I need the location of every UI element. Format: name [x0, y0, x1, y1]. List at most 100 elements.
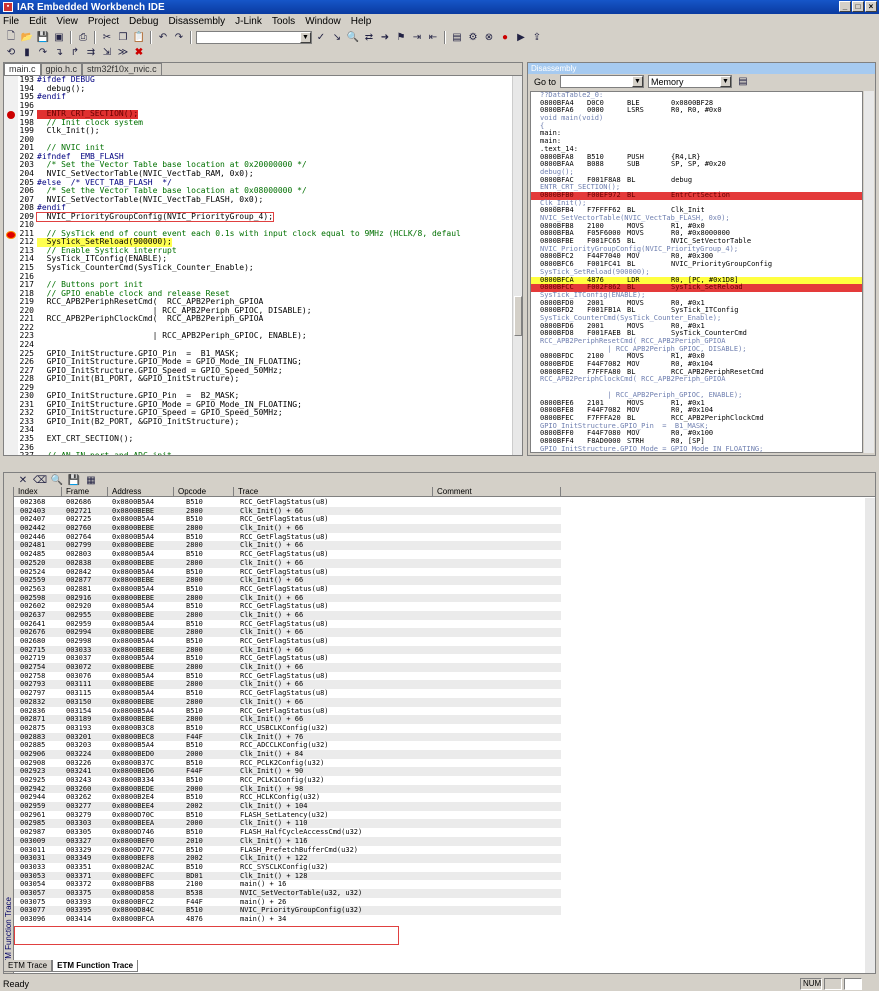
- minimize-button[interactable]: _: [839, 1, 851, 12]
- table-row[interactable]: 002559 002877 0x0800BEBE 2800 Clk_Init() + 6…: [14, 576, 865, 585]
- next-bookmark-icon[interactable]: ⇥: [410, 31, 424, 44]
- menu-file[interactable]: File: [3, 16, 19, 27]
- save-all-icon[interactable]: ▣: [52, 31, 66, 44]
- menu-disassembly[interactable]: Disassembly: [168, 16, 225, 27]
- column-header-index[interactable]: Index: [14, 487, 62, 496]
- breakpoint-icon[interactable]: [7, 111, 15, 119]
- debug-icon[interactable]: ▶: [514, 31, 528, 44]
- table-row[interactable]: 002680 002998 0x0800B5A4 B510 RCC_GetFlagSt…: [14, 637, 865, 646]
- trace-scrollbar[interactable]: [865, 498, 875, 973]
- table-row[interactable]: 002715 003033 0x0800BEBE 2800 Clk_Init() + 6…: [14, 645, 865, 655]
- menu-view[interactable]: View: [56, 16, 78, 27]
- disassembly-view[interactable]: ??DataTable2_0: 0800BFA4 D0C0 BLE 0x0800BF28…: [530, 91, 863, 453]
- editor-scrollbar[interactable]: [512, 76, 522, 455]
- menu-project[interactable]: Project: [88, 16, 119, 27]
- save-icon[interactable]: 💾: [36, 31, 50, 44]
- print-icon[interactable]: ⎙: [76, 31, 90, 44]
- find-next-icon[interactable]: ✓: [314, 31, 328, 44]
- table-row[interactable]: 002485 002803 0x0800B5A4 B510 RCC_GetFlagSt…: [14, 550, 865, 559]
- chevron-down-icon[interactable]: ▼: [632, 76, 644, 87]
- table-row[interactable]: 002758 003076 0x0800B5A4 B510 RCC_GetFlagSt…: [14, 672, 865, 681]
- column-header-comment[interactable]: Comment: [433, 487, 561, 496]
- tab-etm-function-trace[interactable]: ETM Function Trace: [52, 960, 139, 972]
- table-row[interactable]: 002906 003224 0x0800BED0 2000 Clk_Init() + 8…: [14, 749, 865, 759]
- table-row[interactable]: 002598 002916 0x0800BEBE 2800 Clk_Init() + 6…: [14, 593, 865, 603]
- table-row[interactable]: 003077 003395 0x0800D84C B510 NVIC_Priority…: [14, 906, 865, 915]
- table-row[interactable]: 002871 003189 0x0800BEBE 2800 Clk_Init() + 6…: [14, 715, 865, 724]
- menu-help[interactable]: Help: [351, 16, 372, 27]
- find-prev-icon[interactable]: ↘: [330, 31, 344, 44]
- table-row[interactable]: 002985 003303 0x0800BEEA 2000 Clk_Init() + 1…: [14, 819, 865, 829]
- make-icon[interactable]: ⚙: [466, 31, 480, 44]
- paste-icon[interactable]: 📋: [132, 31, 146, 44]
- tab-stm32f10x-nvic-c[interactable]: stm32f10x_nvic.c: [82, 63, 162, 75]
- step-out-icon[interactable]: ↱: [68, 46, 82, 59]
- table-row[interactable]: 002923 003241 0x0800BED6 F44F Clk_Init() + 9…: [14, 767, 865, 776]
- memory-combo[interactable]: Memory ▼: [648, 75, 733, 88]
- next-statement-icon[interactable]: ⇉: [84, 46, 98, 59]
- column-header-address[interactable]: Address: [108, 487, 174, 496]
- find-combo[interactable]: ▼: [196, 30, 312, 44]
- undo-icon[interactable]: ↶: [156, 31, 170, 44]
- table-row[interactable]: 002637 002955 0x0800BEBE 2800 Clk_Init() + 6…: [14, 610, 865, 620]
- replace-icon[interactable]: ⇄: [362, 31, 376, 44]
- find-icon[interactable]: 🔍: [346, 31, 360, 44]
- column-header-trace[interactable]: Trace: [234, 487, 433, 496]
- maximize-button[interactable]: □: [852, 1, 864, 12]
- table-row[interactable]: 003075 003393 0x0800BFC2 F44F main() + 26: [14, 898, 865, 907]
- new-file-icon[interactable]: 🗋: [4, 31, 18, 44]
- trace-table[interactable]: 002368 002686 0x0800B5A4 B510 RCC_GetFlagSt…: [14, 498, 865, 973]
- column-header-frame[interactable]: Frame: [62, 487, 108, 496]
- table-row[interactable]: 002942 003260 0x0800BEDE 2000 Clk_Init() + 9…: [14, 784, 865, 794]
- table-row[interactable]: 002875 003193 0x0800B3C8 B510 RCC_USBCLKCon…: [14, 724, 865, 733]
- table-row[interactable]: 002797 003115 0x0800B5A4 B510 RCC_GetFlagSt…: [14, 689, 865, 698]
- close-button[interactable]: ×: [865, 1, 877, 12]
- table-row[interactable]: 002563 002881 0x0800B5A4 B510 RCC_GetFlagSt…: [14, 585, 865, 594]
- table-row[interactable]: 002836 003154 0x0800B5A4 B510 RCC_GetFlagSt…: [14, 707, 865, 716]
- table-row[interactable]: 002832 003150 0x0800BEBE 2800 Clk_Init() + 6…: [14, 697, 865, 707]
- cut-icon[interactable]: ✂: [100, 31, 114, 44]
- table-row[interactable]: 002520 002838 0x0800BEBE 2800 Clk_Init() + 6…: [14, 558, 865, 568]
- stop-build-icon[interactable]: ⊗: [482, 31, 496, 44]
- column-header-opcode[interactable]: Opcode: [174, 487, 234, 496]
- table-row[interactable]: 002368 002686 0x0800B5A4 B510 RCC_GetFlagSt…: [14, 498, 865, 507]
- compile-icon[interactable]: ▤: [450, 31, 464, 44]
- redo-icon[interactable]: ↷: [172, 31, 186, 44]
- table-row[interactable]: 002883 003201 0x0800BEC8 F44F Clk_Init() + 7…: [14, 732, 865, 742]
- disasm-line[interactable]: main:: [531, 130, 862, 138]
- menu-tools[interactable]: Tools: [272, 16, 295, 27]
- browse-icon[interactable]: ▦: [84, 474, 98, 487]
- disasm-line[interactable]: void main(void): [531, 114, 862, 123]
- stop-debug-icon[interactable]: ✖: [132, 46, 146, 59]
- table-row[interactable]: 002754 003072 0x0800BEBE 2800 Clk_Init() + 6…: [14, 663, 865, 672]
- table-row[interactable]: 002442 002760 0x0800BEBE 2800 Clk_Init() + 6…: [14, 524, 865, 533]
- bookmark-icon[interactable]: ⚑: [394, 31, 408, 44]
- run-to-cursor-icon[interactable]: ⇲: [100, 46, 114, 59]
- clear-icon[interactable]: ⌫: [33, 474, 47, 487]
- step-into-icon[interactable]: ↴: [52, 46, 66, 59]
- copy-icon[interactable]: ❐: [116, 31, 130, 44]
- tab-gpio-h-c[interactable]: gpio.h.c: [40, 63, 83, 75]
- chevron-down-icon[interactable]: ▼: [300, 31, 311, 43]
- table-row[interactable]: 002719 003037 0x0800B5A4 B510 RCC_GetFlagSt…: [14, 654, 865, 663]
- disasm-line[interactable]: debug();: [531, 168, 862, 177]
- table-row[interactable]: 003053 003371 0x0800BEFC BD01 Clk_Init() + 1…: [14, 871, 865, 881]
- trace-side-tab[interactable]: ETM Function Trace: [4, 487, 14, 973]
- table-row[interactable]: 002524 002842 0x0800B5A4 B510 RCC_GetFlagSt…: [14, 568, 865, 577]
- goto-combo[interactable]: ▼: [560, 75, 645, 88]
- goto-icon[interactable]: ➜: [378, 31, 392, 44]
- code-area[interactable]: 193 #ifdef DEBUG 194 debug(); 195 #endif 196 1…: [18, 76, 512, 455]
- toggle-breakpoint-icon[interactable]: ●: [498, 31, 512, 44]
- splitter[interactable]: [0, 458, 879, 470]
- table-row[interactable]: 003033 003351 0x0800B2AC B510 RCC_SYSCLKCon…: [14, 863, 865, 872]
- table-row[interactable]: 003031 003349 0x0800BEF8 2002 Clk_Init() + 1…: [14, 854, 865, 863]
- break-icon[interactable]: ▮: [20, 46, 34, 59]
- prev-bookmark-icon[interactable]: ⇤: [426, 31, 440, 44]
- menu-edit[interactable]: Edit: [29, 16, 46, 27]
- table-row[interactable]: 002959 003277 0x0800BEE4 2002 Clk_Init() + 1…: [14, 802, 865, 811]
- tab-main-c[interactable]: main.c: [4, 63, 41, 75]
- table-row[interactable]: 003057 003375 0x0800D858 B538 NVIC_SetVecto…: [14, 888, 865, 898]
- table-row[interactable]: 002641 002959 0x0800B5A4 B510 RCC_GetFlagSt…: [14, 620, 865, 629]
- table-row[interactable]: 002987 003305 0x0800D746 B510 FLASH_HalfCyc…: [14, 828, 865, 837]
- editor-gutter[interactable]: [4, 76, 18, 455]
